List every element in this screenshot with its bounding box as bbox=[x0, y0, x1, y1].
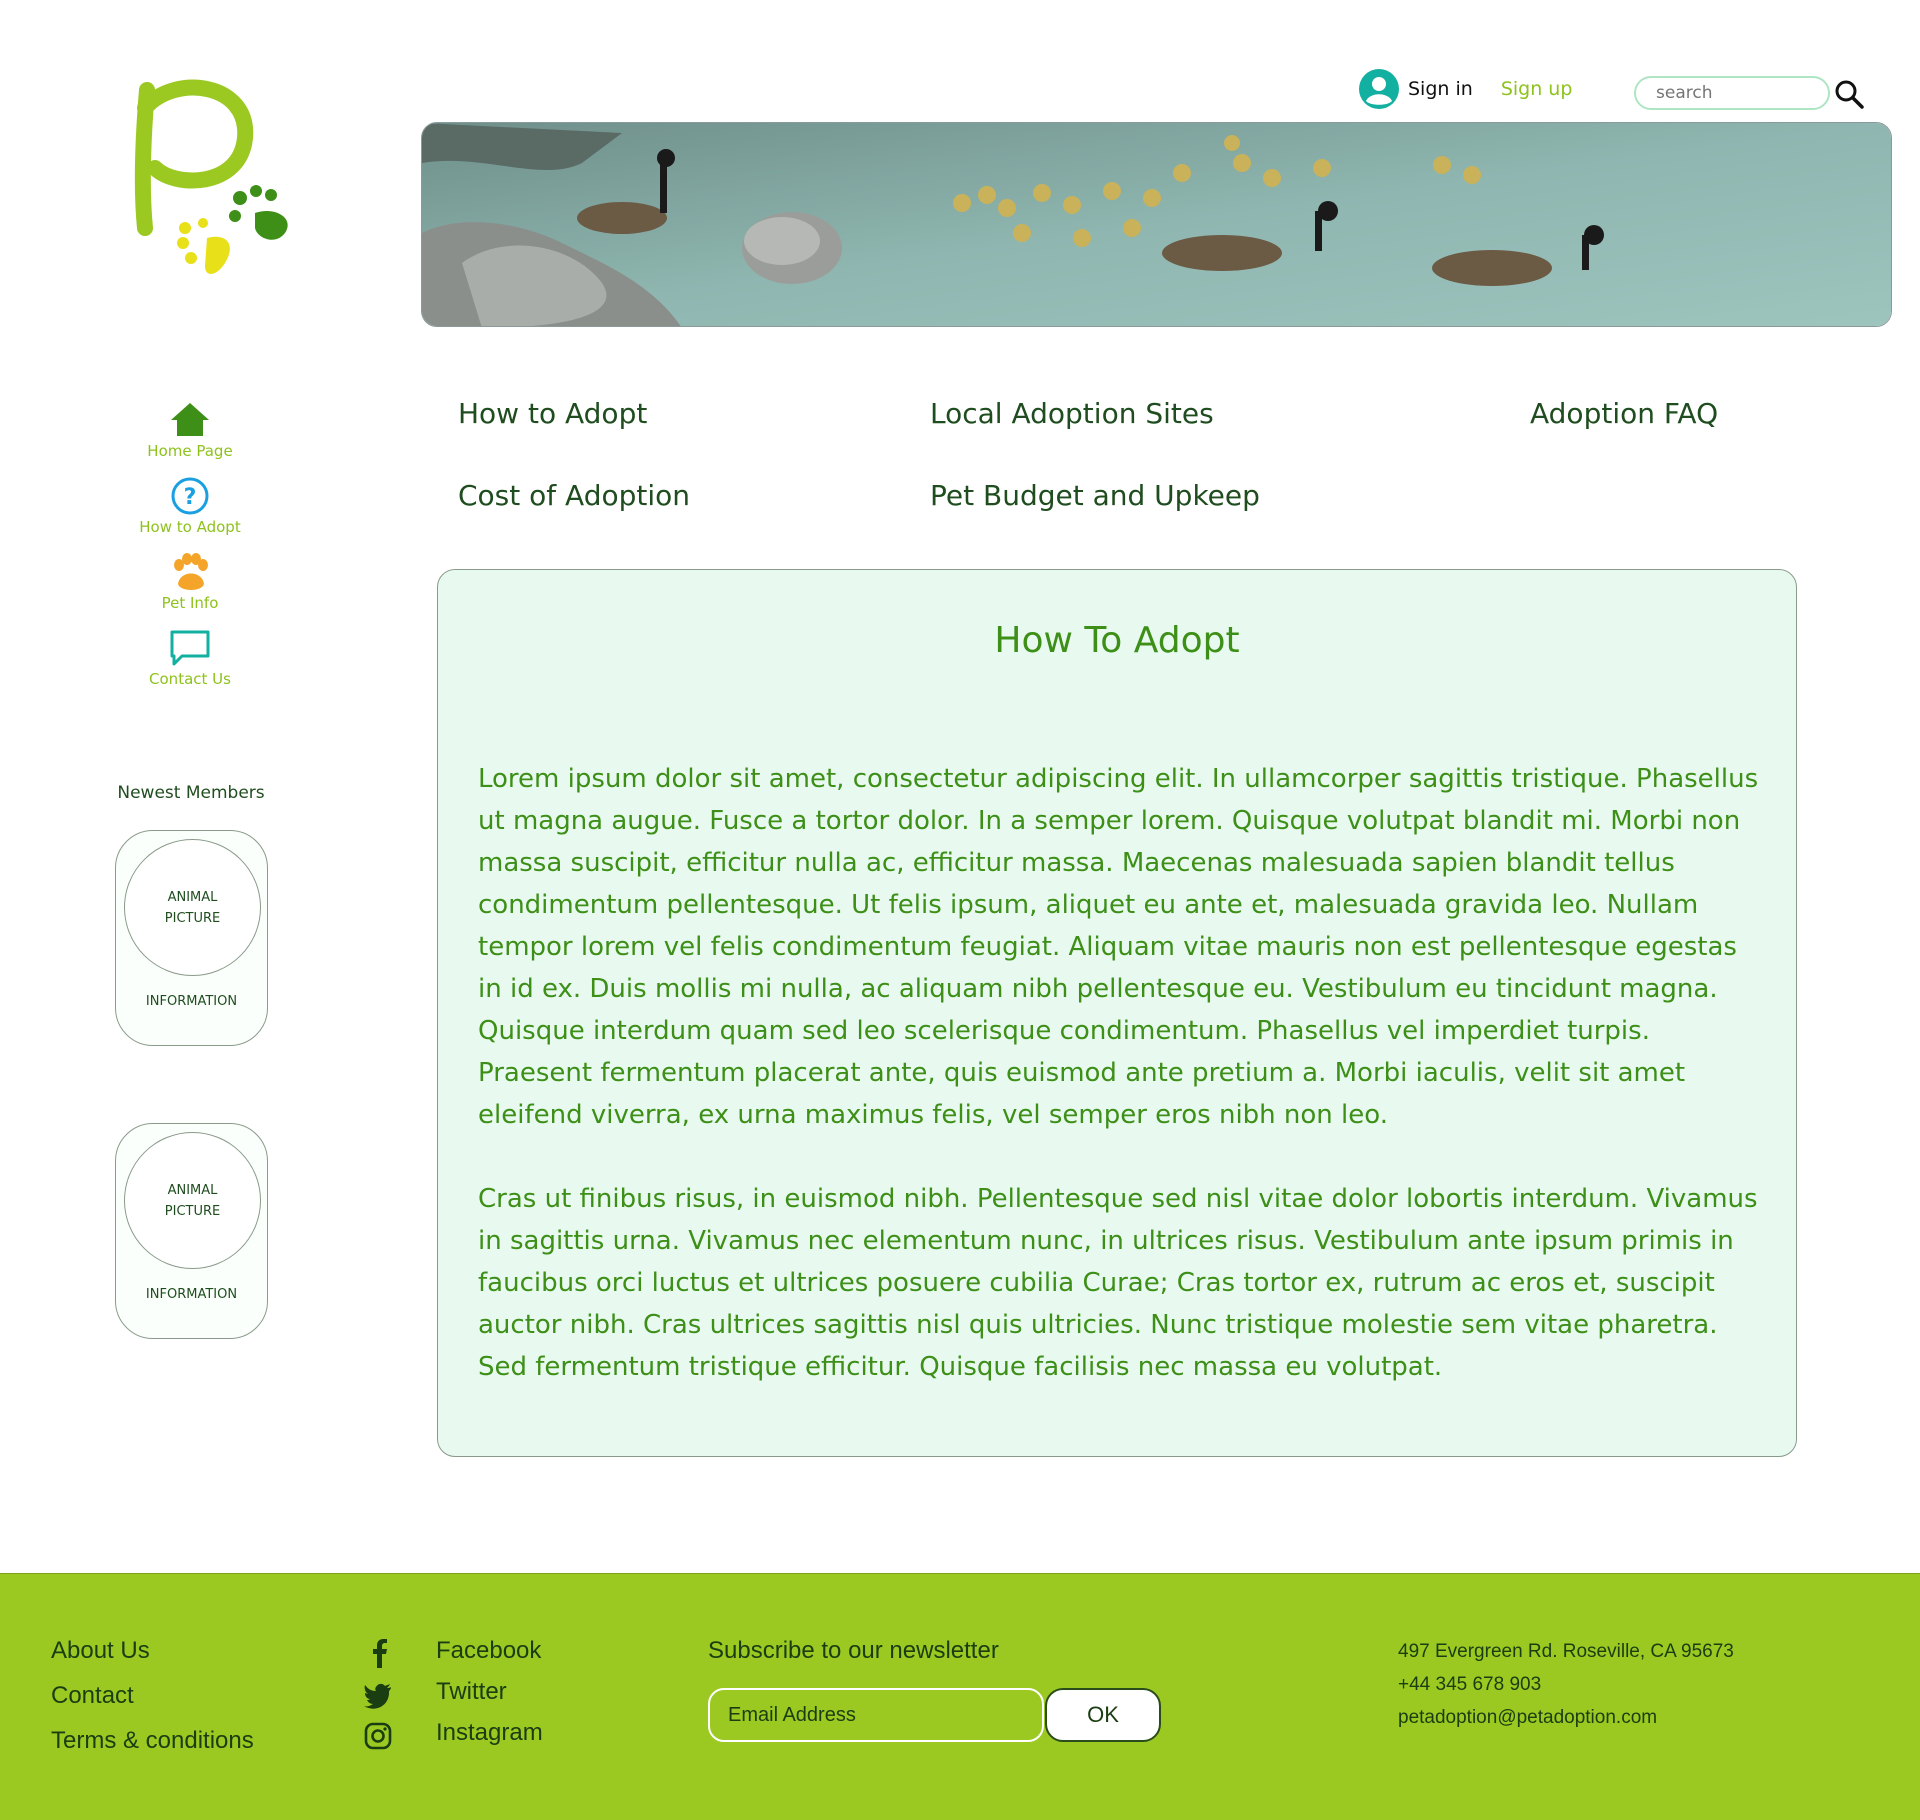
site-logo[interactable] bbox=[125, 78, 305, 288]
paw-icon bbox=[174, 553, 208, 590]
footer-address: 497 Evergreen Rd. Roseville, CA 95673 bbox=[1398, 1641, 1734, 1662]
sidebar-item-label: Contact Us bbox=[149, 670, 231, 688]
link-cost-of-adoption[interactable]: Cost of Adoption bbox=[458, 479, 690, 512]
footer-email[interactable]: petadoption@petadoption.com bbox=[1398, 1707, 1657, 1729]
sidebar-item-pet-info[interactable]: Pet Info bbox=[115, 552, 265, 612]
page-title: How To Adopt bbox=[994, 620, 1240, 661]
newsletter-heading: Subscribe to our newsletter bbox=[708, 1637, 999, 1664]
footer-link-about-us[interactable]: About Us bbox=[51, 1637, 150, 1665]
question-icon: ? bbox=[171, 477, 209, 515]
sidebar-item-how-to-adopt[interactable]: ? How to Adopt bbox=[115, 476, 265, 536]
facebook-icon[interactable] bbox=[365, 1638, 395, 1668]
sidebar-item-label: Pet Info bbox=[161, 594, 219, 612]
instagram-icon[interactable] bbox=[363, 1721, 393, 1751]
sidebar-item-label: How to Adopt bbox=[139, 518, 241, 536]
link-how-to-adopt[interactable]: How to Adopt bbox=[458, 397, 647, 430]
twitter-icon[interactable] bbox=[363, 1680, 393, 1710]
auth-area: Sign in Sign up bbox=[1358, 68, 1572, 110]
home-icon bbox=[171, 403, 209, 436]
side-navigation: Home Page ? How to Adopt Pet Info Contac… bbox=[115, 400, 265, 704]
member-information: INFORMATION bbox=[145, 1287, 238, 1302]
svg-text:?: ? bbox=[184, 485, 197, 510]
footer-link-terms[interactable]: Terms & conditions bbox=[51, 1727, 254, 1755]
footer-link-facebook[interactable]: Facebook bbox=[436, 1637, 541, 1665]
sidebar-item-home[interactable]: Home Page bbox=[115, 400, 265, 460]
footer-link-twitter[interactable]: Twitter bbox=[436, 1678, 507, 1706]
member-card[interactable]: ANIMAL PICTURE INFORMATION bbox=[115, 830, 268, 1046]
animal-picture-placeholder: ANIMAL PICTURE bbox=[124, 839, 261, 976]
sidebar-item-label: Home Page bbox=[147, 442, 233, 460]
content-paragraph: Cras ut finibus risus, in euismod nibh. … bbox=[478, 1184, 1758, 1382]
sign-up-link[interactable]: Sign up bbox=[1501, 78, 1573, 100]
member-information: INFORMATION bbox=[145, 994, 238, 1009]
footer-phone: +44 345 678 903 bbox=[1398, 1674, 1542, 1695]
member-card[interactable]: ANIMAL PICTURE INFORMATION bbox=[115, 1123, 268, 1339]
newsletter-email-input[interactable] bbox=[708, 1688, 1044, 1742]
link-pet-budget-upkeep[interactable]: Pet Budget and Upkeep bbox=[930, 479, 1260, 512]
sign-in-link[interactable]: Sign in bbox=[1408, 78, 1473, 100]
newest-members-heading: Newest Members bbox=[117, 783, 265, 803]
footer-link-instagram[interactable]: Instagram bbox=[436, 1719, 543, 1747]
main-content-panel: How To Adopt Lorem ipsum dolor sit amet,… bbox=[437, 569, 1797, 1457]
hero-banner-image bbox=[421, 122, 1892, 327]
footer-link-contact[interactable]: Contact bbox=[51, 1682, 134, 1710]
content-paragraph: Lorem ipsum dolor sit amet, consectetur … bbox=[478, 764, 1759, 1130]
chat-icon bbox=[170, 630, 210, 666]
magnifier-icon[interactable] bbox=[1833, 78, 1865, 110]
footer: About Us Contact Terms & conditions Face… bbox=[0, 1573, 1920, 1820]
link-local-adoption-sites[interactable]: Local Adoption Sites bbox=[930, 397, 1214, 430]
search-input[interactable] bbox=[1634, 76, 1830, 110]
link-adoption-faq[interactable]: Adoption FAQ bbox=[1530, 397, 1718, 430]
sidebar-item-contact-us[interactable]: Contact Us bbox=[115, 628, 265, 688]
animal-picture-placeholder: ANIMAL PICTURE bbox=[124, 1132, 261, 1269]
user-circle-icon[interactable] bbox=[1358, 68, 1400, 110]
newsletter-ok-button[interactable]: OK bbox=[1045, 1688, 1161, 1742]
